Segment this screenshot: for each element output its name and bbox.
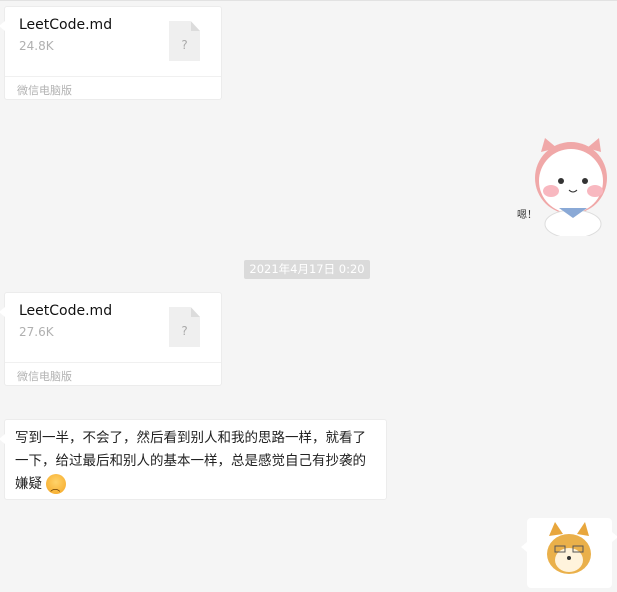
file-message[interactable]: LeetCode.md 27.6K ? 微信电脑版	[0, 292, 222, 386]
file-name: LeetCode.md	[19, 303, 113, 319]
white-cat-sticker[interactable]: 嗯！	[515, 136, 607, 236]
sad-face-emoji-icon	[46, 474, 67, 500]
file-source: 微信电脑版	[17, 370, 72, 383]
file-source: 微信电脑版	[17, 84, 72, 97]
divider	[5, 362, 221, 363]
file-size: 27.6K	[19, 325, 54, 339]
file-message[interactable]: LeetCode.md 24.8K ? 微信电脑版	[0, 6, 222, 100]
timestamp: 2021年4月17日 0:20	[244, 260, 370, 279]
text-message[interactable]: 写到一半，不会了，然后看到别人和我的思路一样，就看了一下，给过最后和别人的基本一…	[0, 419, 387, 500]
file-size: 24.8K	[19, 39, 54, 53]
sticker-caption: 嗯！	[517, 209, 537, 221]
message-text: 写到一半，不会了，然后看到别人和我的思路一样，就看了一下，给过最后和别人的基本一…	[15, 430, 366, 492]
divider	[5, 76, 221, 77]
unknown-file-icon: ?	[169, 21, 200, 61]
file-name: LeetCode.md	[19, 17, 113, 33]
unknown-file-icon: ?	[169, 307, 200, 347]
